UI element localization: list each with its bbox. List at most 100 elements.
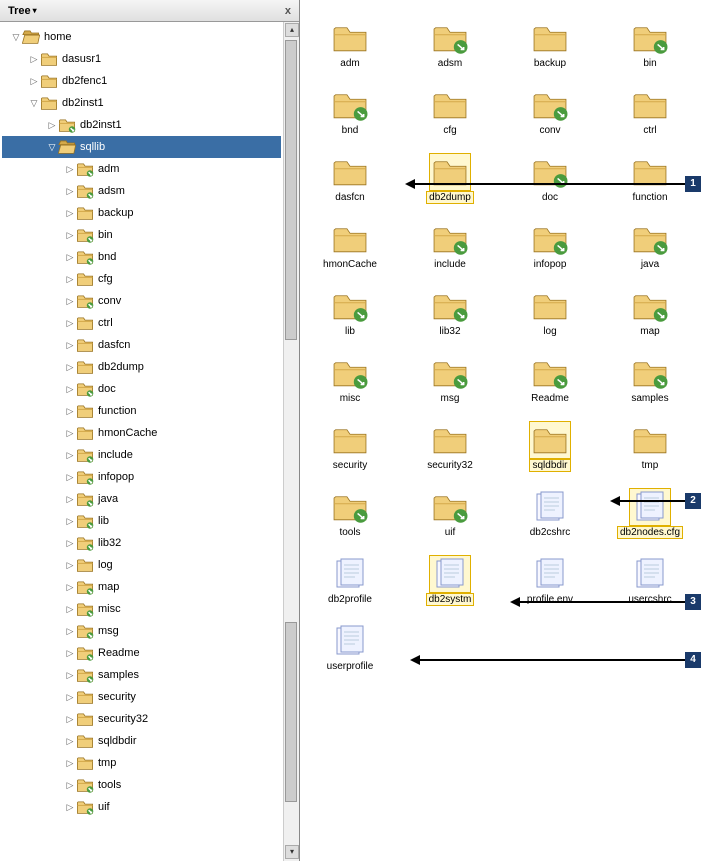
grid-item[interactable]: usercshrc	[620, 556, 680, 605]
expander-icon[interactable]: ▷	[64, 472, 76, 483]
grid-item[interactable]: bin	[620, 20, 680, 69]
scroll-thumb[interactable]	[285, 622, 297, 802]
tree-node[interactable]: ▷conv	[2, 290, 281, 312]
grid-item[interactable]: function	[620, 154, 680, 203]
grid-item[interactable]: sqldbdir	[520, 422, 580, 471]
expander-icon[interactable]: ▷	[46, 120, 58, 131]
tree-node[interactable]: ▽home	[2, 26, 281, 48]
tree-node[interactable]: ▷map	[2, 576, 281, 598]
expander-icon[interactable]: ▷	[64, 230, 76, 241]
grid-item[interactable]: security32	[420, 422, 480, 471]
expander-icon[interactable]: ▷	[64, 538, 76, 549]
grid-item[interactable]: db2nodes.cfg	[620, 489, 680, 538]
expander-icon[interactable]: ▷	[64, 362, 76, 373]
expander-icon[interactable]: ▷	[64, 252, 76, 263]
grid-item[interactable]: tmp	[620, 422, 680, 471]
grid-item[interactable]: bnd	[320, 87, 380, 136]
tree-node[interactable]: ▷misc	[2, 598, 281, 620]
tree-node[interactable]: ▷lib32	[2, 532, 281, 554]
expander-icon[interactable]: ▷	[64, 758, 76, 769]
grid-item[interactable]: db2profile	[320, 556, 380, 605]
scrollbar[interactable]: ▴ ▾	[283, 22, 299, 861]
expander-icon[interactable]: ▷	[64, 428, 76, 439]
tree-node[interactable]: ▽db2inst1	[2, 92, 281, 114]
tree-node[interactable]: ▷db2dump	[2, 356, 281, 378]
tree-node[interactable]: ▷tmp	[2, 752, 281, 774]
expander-icon[interactable]: ▷	[64, 736, 76, 747]
expander-icon[interactable]: ▷	[64, 274, 76, 285]
expander-icon[interactable]: ▷	[64, 296, 76, 307]
expander-icon[interactable]: ▷	[64, 560, 76, 571]
expander-icon[interactable]: ▷	[64, 582, 76, 593]
grid-item[interactable]: db2dump	[420, 154, 480, 203]
scroll-up-icon[interactable]: ▴	[285, 23, 299, 37]
tree-node[interactable]: ▷function	[2, 400, 281, 422]
expander-icon[interactable]: ▽	[10, 32, 22, 43]
expander-icon[interactable]: ▷	[64, 802, 76, 813]
expander-icon[interactable]: ▷	[64, 626, 76, 637]
grid-item[interactable]: lib	[320, 288, 380, 337]
grid-item[interactable]: map	[620, 288, 680, 337]
tree-node[interactable]: ▷backup	[2, 202, 281, 224]
grid-item[interactable]: adsm	[420, 20, 480, 69]
expander-icon[interactable]: ▷	[64, 780, 76, 791]
grid-item[interactable]: security	[320, 422, 380, 471]
expander-icon[interactable]: ▷	[64, 450, 76, 461]
tree-node[interactable]: ▷ctrl	[2, 312, 281, 334]
grid-item[interactable]: infopop	[520, 221, 580, 270]
close-icon[interactable]: x	[285, 5, 291, 17]
grid-item[interactable]: db2cshrc	[520, 489, 580, 538]
expander-icon[interactable]: ▷	[64, 318, 76, 329]
scroll-thumb[interactable]	[285, 40, 297, 340]
grid-item[interactable]: backup	[520, 20, 580, 69]
tree-node[interactable]: ▷adm	[2, 158, 281, 180]
expander-icon[interactable]: ▷	[64, 692, 76, 703]
expander-icon[interactable]: ▷	[64, 208, 76, 219]
tree-node[interactable]: ▷uif	[2, 796, 281, 818]
tree-node[interactable]: ▷msg	[2, 620, 281, 642]
grid-item[interactable]: msg	[420, 355, 480, 404]
tree-node[interactable]: ▷doc	[2, 378, 281, 400]
tree-node[interactable]: ▷include	[2, 444, 281, 466]
expander-icon[interactable]: ▷	[28, 54, 40, 65]
tree-node[interactable]: ▷java	[2, 488, 281, 510]
tree-node[interactable]: ▷db2inst1	[2, 114, 281, 136]
tree-title[interactable]: Tree ▾	[8, 5, 37, 17]
tree-node[interactable]: ▷security	[2, 686, 281, 708]
tree-node[interactable]: ▷cfg	[2, 268, 281, 290]
expander-icon[interactable]: ▽	[46, 142, 58, 153]
grid-item[interactable]: profile.env	[520, 556, 580, 605]
expander-icon[interactable]: ▷	[64, 494, 76, 505]
expander-icon[interactable]: ▷	[28, 76, 40, 87]
grid-item[interactable]: misc	[320, 355, 380, 404]
grid-item[interactable]: java	[620, 221, 680, 270]
expander-icon[interactable]: ▷	[64, 670, 76, 681]
expander-icon[interactable]: ▷	[64, 648, 76, 659]
expander-icon[interactable]: ▷	[64, 714, 76, 725]
grid-item[interactable]: include	[420, 221, 480, 270]
grid-item[interactable]: hmonCache	[320, 221, 380, 270]
tree-node[interactable]: ▽sqllib	[2, 136, 281, 158]
tree-node[interactable]: ▷bin	[2, 224, 281, 246]
grid-item[interactable]: userprofile	[320, 623, 380, 672]
expander-icon[interactable]: ▷	[64, 164, 76, 175]
grid-item[interactable]: dasfcn	[320, 154, 380, 203]
grid-item[interactable]: tools	[320, 489, 380, 538]
scroll-down-icon[interactable]: ▾	[285, 845, 299, 859]
tree-node[interactable]: ▷db2fenc1	[2, 70, 281, 92]
tree-node[interactable]: ▷lib	[2, 510, 281, 532]
tree-node[interactable]: ▷samples	[2, 664, 281, 686]
grid-item[interactable]: adm	[320, 20, 380, 69]
expander-icon[interactable]: ▷	[64, 516, 76, 527]
expander-icon[interactable]: ▷	[64, 406, 76, 417]
grid-item[interactable]: Readme	[520, 355, 580, 404]
grid-item[interactable]: samples	[620, 355, 680, 404]
tree-view[interactable]: ▽home▷dasusr1▷db2fenc1▽db2inst1▷db2inst1…	[0, 22, 283, 861]
grid-item[interactable]: cfg	[420, 87, 480, 136]
grid-item[interactable]: lib32	[420, 288, 480, 337]
grid-item[interactable]: log	[520, 288, 580, 337]
expander-icon[interactable]: ▷	[64, 340, 76, 351]
tree-node[interactable]: ▷dasusr1	[2, 48, 281, 70]
expander-icon[interactable]: ▷	[64, 384, 76, 395]
tree-node[interactable]: ▷bnd	[2, 246, 281, 268]
